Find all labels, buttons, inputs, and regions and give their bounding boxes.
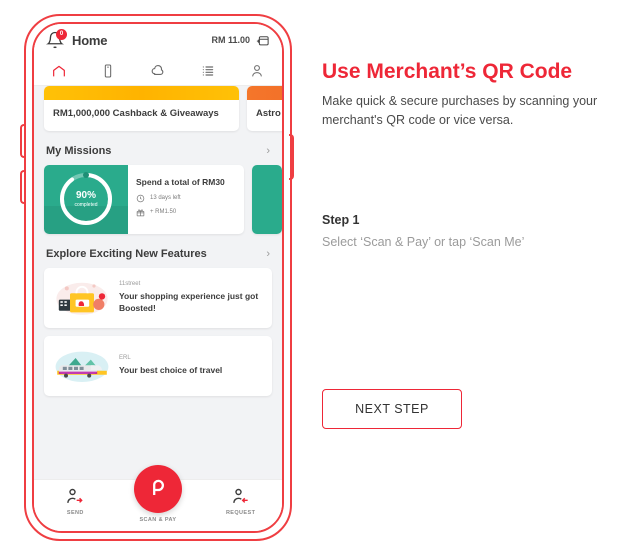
mission-details: Spend a total of RM30 13 days left + RM1… <box>128 165 244 234</box>
person-icon <box>252 64 263 76</box>
missions-carousel[interactable]: 90% completed Spend a total of RM30 13 d… <box>34 164 282 234</box>
mission-reward: + RM1.50 <box>150 209 177 216</box>
clock-icon <box>136 194 145 203</box>
feature-description: Your best choice of travel <box>119 365 223 376</box>
bottom-nav-scanpay[interactable]: SCAN & PAY <box>123 465 193 527</box>
chevron-right-icon[interactable]: › <box>266 145 270 157</box>
mission-card[interactable] <box>252 164 282 234</box>
screenshot-root: 0 Home RM 11.00 RM1,000,000 Cashback & G… <box>0 0 618 555</box>
missions-section-header[interactable]: My Missions › <box>34 131 282 165</box>
mission-title: Spend a total of RM30 <box>136 176 225 187</box>
mission-progress-pane: 90% completed <box>44 164 128 234</box>
progress-sublabel: completed <box>74 202 98 209</box>
shopping-bag-illustration <box>56 282 108 315</box>
top-nav-bar <box>34 56 282 86</box>
nav-item-profile[interactable] <box>232 63 282 79</box>
progress-ring: 90% completed <box>57 170 115 228</box>
bottom-nav-bar: SEND SCAN & PAY REQUEST <box>34 465 282 531</box>
notification-badge: 0 <box>56 29 67 40</box>
header-right-group: RM 11.00 <box>211 33 270 48</box>
nav-item-home[interactable] <box>34 63 84 79</box>
promo-banner-carousel[interactable]: RM1,000,000 Cashback & Giveaways Astro i… <box>34 86 282 131</box>
step-label: Step 1 <box>322 213 360 227</box>
bottom-nav-request[interactable]: REQUEST <box>206 487 276 516</box>
power-button[interactable] <box>289 134 294 180</box>
wallet-balance: RM 11.00 <box>211 35 250 45</box>
app-header: 0 Home RM 11.00 <box>34 24 282 56</box>
volume-up-button[interactable] <box>20 124 25 158</box>
add-wallet-icon[interactable] <box>255 33 270 48</box>
promo-banner-card[interactable]: Astro ipsu <box>247 86 282 131</box>
train-illustration <box>55 351 109 382</box>
mission-reward-row: + RM1.50 <box>136 208 236 217</box>
promo-banner-card[interactable]: RM1,000,000 Cashback & Giveaways <box>44 86 239 131</box>
phone-screen: 0 Home RM 11.00 RM1,000,000 Cashback & G… <box>34 24 282 531</box>
bottom-nav-send[interactable]: SEND <box>40 487 110 516</box>
mission-card[interactable]: 90% completed Spend a total of RM30 13 d… <box>44 164 244 234</box>
mission-progress-pane <box>252 164 282 234</box>
instruction-panel: Use Merchant’s QR Code Make quick & secu… <box>322 60 606 130</box>
feature-description: Your shopping experience just got Booste… <box>119 291 259 313</box>
step-block: Step 1 Select ‘Scan & Pay’ or tap ‘Scan … <box>322 213 606 249</box>
home-feed[interactable]: RM1,000,000 Cashback & Giveaways Astro i… <box>34 86 282 489</box>
progress-percent: 90% <box>75 190 96 202</box>
progress-ring-label: 90% completed <box>57 170 115 228</box>
home-icon <box>52 65 65 76</box>
mobile-icon <box>105 63 112 78</box>
step-instruction: Select ‘Scan & Pay’ or tap ‘Scan Me’ <box>322 235 525 249</box>
mission-time-row: 13 days left <box>136 194 236 203</box>
features-section-title: Explore Exciting New Features <box>46 247 207 260</box>
mission-time-left: 13 days left <box>150 195 181 202</box>
missions-section-title: My Missions <box>46 144 112 157</box>
page-title: Home <box>72 32 108 48</box>
feature-list-item[interactable]: ERL Your best choice of travel <box>44 335 272 396</box>
request-person-icon <box>232 488 248 503</box>
bottom-nav-label: REQUEST <box>225 510 256 516</box>
scan-pay-fab[interactable] <box>133 465 182 513</box>
feature-text: 11street Your shopping experience just g… <box>119 281 262 314</box>
yellow-promo-image <box>44 86 239 100</box>
bottom-nav-label: SEND <box>66 510 84 516</box>
gift-icon <box>136 209 145 217</box>
boost-logo-icon <box>153 479 164 495</box>
feature-text: ERL Your best choice of travel <box>119 355 262 376</box>
send-person-icon <box>67 488 83 503</box>
next-step-button[interactable]: NEXT STEP <box>322 389 462 429</box>
bottom-nav-label: SCAN & PAY <box>139 517 177 523</box>
notification-bell-button[interactable]: 0 <box>46 29 67 49</box>
nav-item-mobile[interactable] <box>84 63 134 79</box>
promo-banner-title: RM1,000,000 Cashback & Giveaways <box>53 108 219 119</box>
boost-cloud-icon <box>152 64 164 75</box>
feature-brand: 11street <box>119 281 141 288</box>
orange-promo-image <box>247 86 282 100</box>
instruction-description: Make quick & secure purchases by scannin… <box>322 94 598 127</box>
nav-item-list[interactable] <box>183 63 233 79</box>
list-icon <box>202 65 213 76</box>
promo-banner-title: Astro ipsu <box>256 108 282 119</box>
feature-list-item[interactable]: 11street Your shopping experience just g… <box>44 267 272 328</box>
nav-item-boost[interactable] <box>133 62 183 79</box>
volume-down-button[interactable] <box>20 170 25 204</box>
features-section-header[interactable]: Explore Exciting New Features › <box>34 234 282 268</box>
feature-brand: ERL <box>119 355 131 362</box>
chevron-right-icon[interactable]: › <box>266 248 270 260</box>
instruction-title: Use Merchant’s QR Code <box>322 60 573 83</box>
